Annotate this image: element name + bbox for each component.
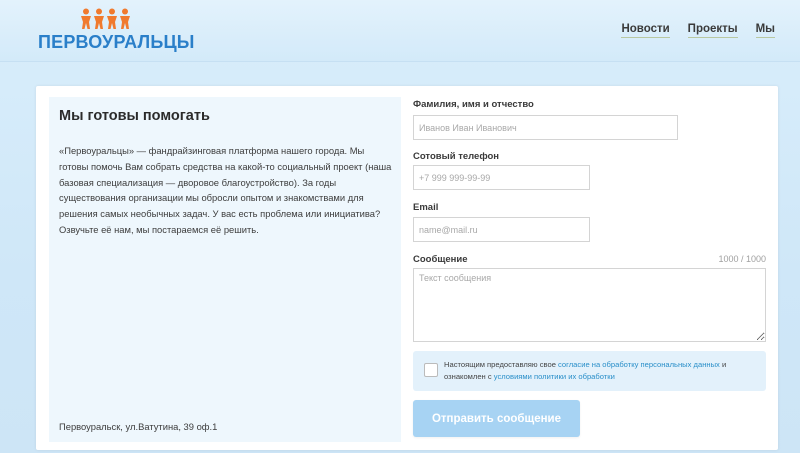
nav-item-about[interactable]: Мы: [755, 23, 775, 38]
phone-input[interactable]: [413, 165, 590, 190]
message-textarea[interactable]: [413, 268, 766, 342]
email-input[interactable]: [413, 217, 590, 242]
phone-label: Сотовый телефон: [413, 151, 500, 162]
consent-text: Настоящим предоставляю свое согласие на …: [444, 359, 754, 383]
privacy-policy-link[interactable]: условиями политики их обработки: [494, 372, 615, 381]
site-header: ПЕРВОУРАЛЬЦЫ Новости Проекты Мы: [0, 0, 800, 62]
main-nav: Новости Проекты Мы: [621, 23, 775, 38]
nav-item-projects[interactable]: Проекты: [687, 23, 738, 38]
email-label: Email: [413, 202, 439, 213]
info-description: «Первоуральцы» — фандрайзинговая платфор…: [59, 145, 392, 235]
site-logo[interactable]: ПЕРВОУРАЛЬЦЫ: [38, 8, 194, 52]
contact-card: Мы готовы помогать «Первоуральцы» — фанд…: [36, 86, 778, 450]
info-address: Первоуральск, ул.Ватутина, 39 оф.1: [59, 421, 218, 432]
name-input[interactable]: [413, 115, 678, 140]
name-label: Фамилия, имя и отчество: [413, 99, 534, 110]
consent-personal-data-link[interactable]: согласие на обработку персональных данны…: [558, 360, 720, 369]
consent-checkbox[interactable]: [424, 363, 438, 377]
logo-text: ПЕРВОУРАЛЬЦЫ: [38, 32, 195, 52]
consent-block: Настоящим предоставляю свое согласие на …: [413, 351, 766, 391]
contact-form: Фамилия, имя и отчество Сотовый телефон …: [413, 86, 778, 450]
people-logo-icon: [81, 8, 130, 29]
info-title: Мы готовы помогать: [59, 108, 210, 124]
message-counter: 1000 / 1000: [718, 254, 766, 264]
nav-item-news[interactable]: Новости: [621, 23, 670, 38]
submit-button[interactable]: Отправить сообщение: [413, 400, 580, 437]
consent-prefix: Настоящим предоставляю свое: [444, 360, 556, 369]
info-panel: Мы готовы помогать «Первоуральцы» — фанд…: [49, 97, 401, 442]
message-label: Сообщение: [413, 254, 468, 265]
